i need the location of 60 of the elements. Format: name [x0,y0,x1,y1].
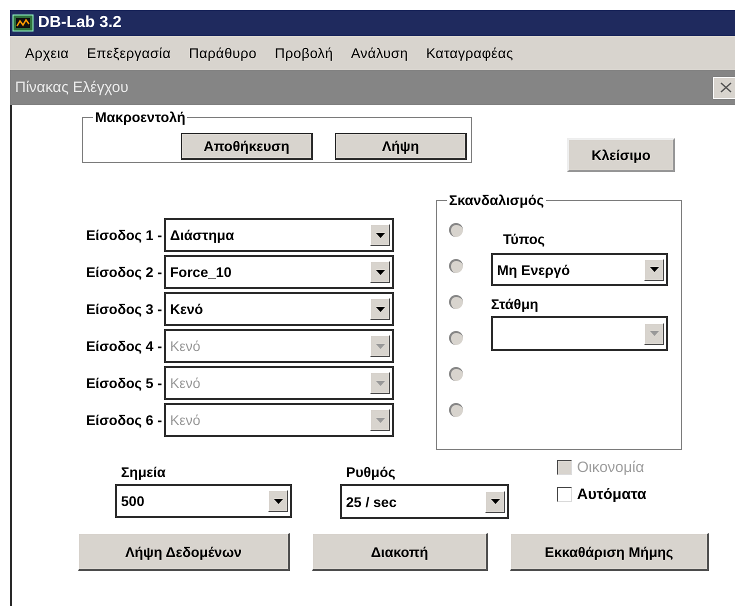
dropdown[interactable]: Force_10 [164,255,394,289]
menu-item[interactable]: Προβολή [266,45,342,61]
action-button[interactable]: Λήψη Δεδομένων [78,533,290,571]
caret-icon [274,498,282,504]
app-icon [12,14,34,32]
close-button[interactable] [713,76,735,98]
checkbox-label: Αυτόματα [577,486,646,503]
input-label: Είσοδος 3 - [85,301,163,317]
caret-icon [376,232,384,238]
dialog-title: Πίνακας Ελέγχου [15,79,130,96]
field-label: Στάθμη [491,296,540,312]
input-label: Είσοδος 4 - [85,338,163,354]
dropdown[interactable]: 500 [115,484,292,518]
caret-icon [376,344,384,348]
caret-icon [490,499,500,504]
macro-button[interactable]: Αποθήκευση [181,133,313,160]
radio-button[interactable] [449,403,463,417]
radio-button[interactable] [449,295,463,309]
radio-button[interactable] [449,331,463,345]
menu-item[interactable]: Αρχεια [16,45,78,61]
macro-button[interactable]: Λήψη [335,133,467,160]
caret-icon [650,331,658,336]
checkbox-label: Οικονομία [577,459,644,476]
dropdown-arrow-button[interactable] [644,258,664,280]
window-title: DB-Lab 3.2 [38,14,122,32]
caret-icon [376,270,384,274]
action-button[interactable]: Εκκαθάριση Μήμης [510,533,709,571]
input-label: Είσοδος 5 - [85,375,163,391]
dropdown-arrow-button[interactable] [268,490,288,512]
caret-icon [376,306,384,312]
close-button[interactable]: Κλείσιμο [567,138,675,172]
caret-icon [376,380,384,386]
field-label: Τύπος [503,231,546,247]
dropdown[interactable]: Διάστημα [164,218,394,252]
dropdown[interactable]: Μη Ενεργό [491,253,668,286]
caret-icon [650,267,658,272]
input-label: Είσοδος 1 - [85,227,163,243]
checkbox[interactable] [557,487,572,502]
dropdown[interactable]: Κενό [164,292,394,326]
radio-button[interactable] [449,223,463,237]
group-label: Μακροεντολή [93,109,188,125]
group-label: Σκανδαλισμός [447,192,546,208]
dropdown-arrow-button[interactable] [370,298,390,320]
radio-button[interactable] [449,259,463,273]
dropdown[interactable]: 25 / sec [340,484,509,519]
menu-item[interactable]: Επεξεργασία [78,45,180,61]
close-icon [720,82,732,93]
dropdown-arrow-button[interactable] [370,224,390,246]
caret-icon [376,418,384,422]
field-label: Ρυθμός [345,464,396,480]
dropdown-arrow-button[interactable] [485,490,505,512]
input-label: Είσοδος 6 - [85,412,163,428]
field-label: Σημεία [120,464,167,480]
dropdown-arrow-button[interactable] [370,261,390,283]
input-label: Είσοδος 2 - [85,264,163,280]
menu-item[interactable]: Ανάλυση [342,45,418,61]
menu-item[interactable]: Παράθυρο [180,45,266,61]
radio-button[interactable] [449,367,463,381]
menu-item[interactable]: Καταγραφέας [417,45,522,61]
action-button[interactable]: Διακοπή [312,533,488,571]
